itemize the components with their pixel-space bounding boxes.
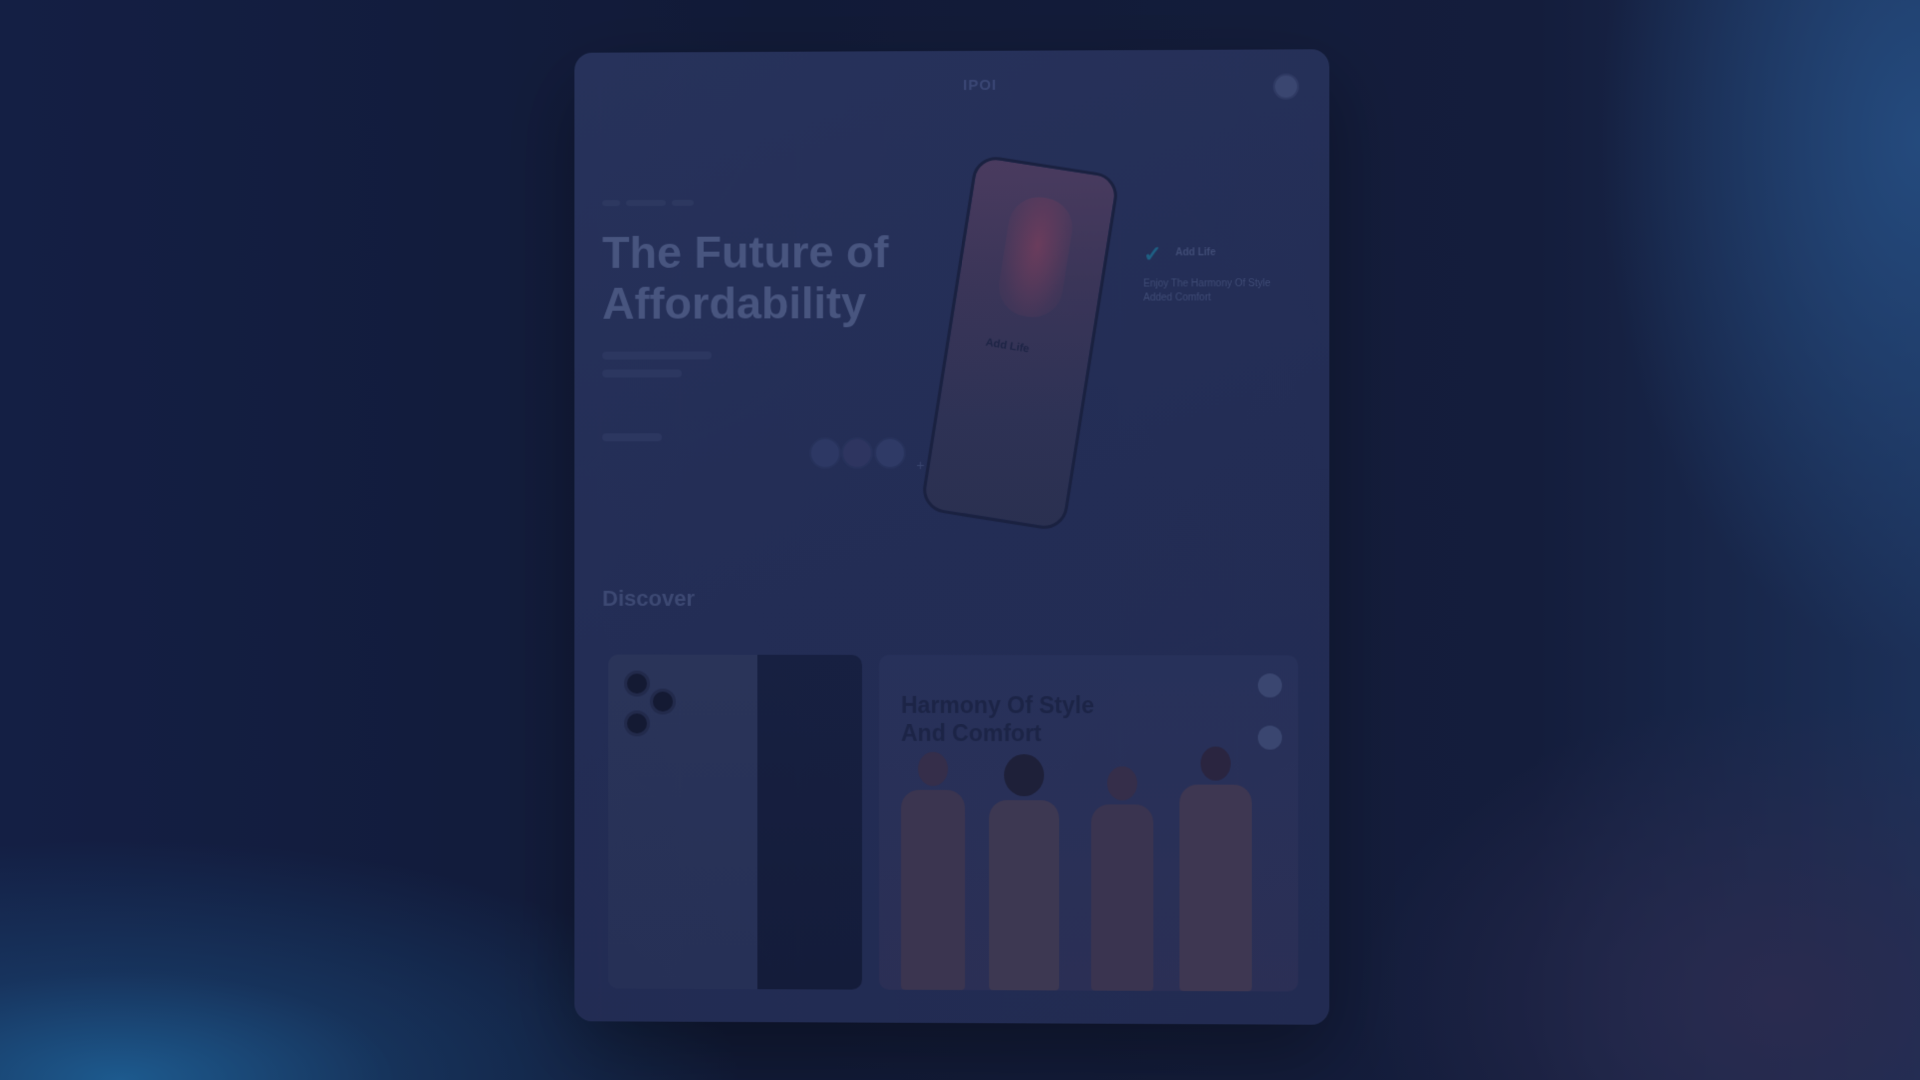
color-swatch[interactable] xyxy=(809,437,842,470)
color-swatch[interactable] xyxy=(841,437,874,470)
camera-lens-icon xyxy=(624,710,650,737)
phone-image: Add Life xyxy=(919,153,1121,533)
prev-button[interactable] xyxy=(1257,725,1283,750)
avatar[interactable] xyxy=(1272,73,1300,100)
model-figure xyxy=(901,751,965,991)
feature-line xyxy=(602,433,662,442)
hero-title: The Future of Affordability xyxy=(602,226,889,329)
product-tile-phone[interactable] xyxy=(608,654,863,990)
tag-label: Add Life xyxy=(1175,247,1216,259)
phone-label: Add Life xyxy=(984,336,1031,356)
model-figure xyxy=(989,754,1060,991)
feature-line xyxy=(602,369,682,378)
camera-lens-icon xyxy=(649,688,676,715)
website-preview-card: IPOI The Future of Affordability + Add L… xyxy=(574,49,1330,1025)
phone-back-image xyxy=(608,654,758,990)
color-swatch[interactable] xyxy=(873,437,906,470)
feature-line xyxy=(602,351,712,360)
color-options: + xyxy=(809,437,925,474)
model-figure xyxy=(1091,766,1154,991)
model-figure xyxy=(1179,746,1252,992)
next-button[interactable] xyxy=(1257,673,1283,698)
phone-artwork xyxy=(994,192,1077,322)
check-icon: ✓ xyxy=(1143,241,1162,267)
tile-title: Harmony Of Style And Comfort xyxy=(901,691,1095,747)
feature-tag-card: ✓ Add Life Enjoy The Harmony Of Style Ad… xyxy=(1123,225,1294,336)
top-nav: IPOI xyxy=(598,67,1305,104)
discover-heading: Discover xyxy=(602,585,695,611)
tag-description: Enjoy The Harmony Of Style Added Comfort xyxy=(1143,278,1271,304)
product-tile-fashion[interactable]: Harmony Of Style And Comfort xyxy=(879,654,1299,992)
breadcrumb xyxy=(602,193,711,207)
phone-screen-image xyxy=(757,654,863,990)
brand-logo[interactable]: IPOI xyxy=(963,77,997,94)
add-color-icon[interactable]: + xyxy=(916,457,924,473)
camera-lens-icon xyxy=(624,670,650,697)
